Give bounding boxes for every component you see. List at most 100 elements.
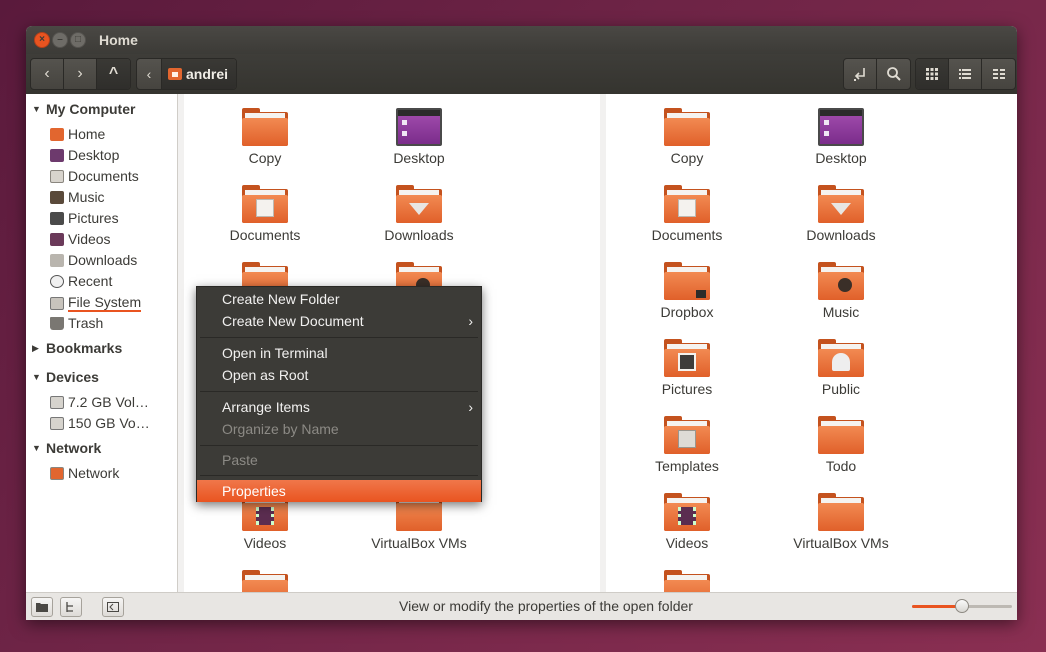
- section-my-computer[interactable]: ▼ My Computer: [32, 101, 135, 117]
- section-devices[interactable]: ▼ Devices: [32, 369, 99, 385]
- sidebar-item-volume-150gb[interactable]: 150 GB Vo…: [50, 415, 150, 431]
- menu-item-paste: Paste: [197, 449, 481, 471]
- menu-item-create-new-document[interactable]: Create New Document ›: [197, 310, 481, 332]
- file-item-label: VirtualBox VMs: [793, 535, 889, 551]
- file-manager-window: × – □ Home ‹ › ^ ‹ andrei ▼ My Computer …: [26, 26, 1017, 620]
- forward-button[interactable]: ›: [64, 59, 97, 89]
- path-item-andrei[interactable]: andrei: [162, 59, 237, 89]
- file-item-label: Videos: [665, 535, 709, 551]
- sidebar-item-desktop[interactable]: Desktop: [50, 147, 119, 163]
- sidebar-item-recent[interactable]: Recent: [50, 273, 112, 289]
- path-scroll-left-button[interactable]: ‹: [137, 59, 162, 89]
- file-item-copy[interactable]: Copy: [612, 108, 762, 166]
- grid-view-icon: [926, 68, 938, 80]
- right-file-pane[interactable]: Copy Desktop Documents Downloads Dropbox…: [606, 94, 1017, 608]
- menu-item-label: Arrange Items: [222, 399, 310, 415]
- menu-separator: [200, 391, 478, 392]
- file-item-templates[interactable]: Templates: [612, 416, 762, 474]
- submenu-arrow-icon: ›: [468, 313, 473, 329]
- grid-view-button[interactable]: [916, 59, 949, 89]
- documents-folder-icon: [664, 185, 710, 223]
- back-icon: ‹: [44, 65, 50, 82]
- file-item-todo[interactable]: Todo: [766, 416, 916, 474]
- sidebar-item-label: Home: [68, 126, 106, 142]
- sidebar-item-file-system[interactable]: File System: [50, 294, 142, 312]
- menu-item-open-as-root[interactable]: Open as Root: [197, 364, 481, 386]
- sidebar-item-home[interactable]: Home: [50, 126, 105, 142]
- file-item-label: Copy: [248, 150, 282, 166]
- section-label: My Computer: [46, 101, 136, 117]
- zoom-slider-handle[interactable]: [955, 599, 969, 613]
- file-item-downloads[interactable]: Downloads: [766, 185, 916, 243]
- location-button[interactable]: [844, 59, 877, 89]
- minimize-window-button[interactable]: –: [52, 32, 68, 48]
- menu-separator: [200, 445, 478, 446]
- file-item-pictures[interactable]: Pictures: [612, 339, 762, 397]
- back-button[interactable]: ‹: [31, 59, 64, 89]
- sidebar-item-pictures[interactable]: Pictures: [50, 210, 119, 226]
- title-bar[interactable]: × – □ Home: [26, 26, 1017, 54]
- dropbox-folder-icon: [664, 262, 710, 300]
- forward-icon: ›: [77, 65, 83, 82]
- show-tree-button[interactable]: [60, 597, 82, 617]
- section-label: Devices: [46, 369, 99, 385]
- file-item-desktop[interactable]: Desktop: [344, 108, 494, 166]
- menu-item-arrange-items[interactable]: Arrange Items ›: [197, 396, 481, 418]
- file-item-public[interactable]: Public: [766, 339, 916, 397]
- trash-icon: [50, 316, 64, 330]
- close-window-button[interactable]: ×: [34, 32, 50, 48]
- window-title: Home: [99, 32, 138, 48]
- file-item-documents[interactable]: Documents: [190, 185, 340, 243]
- file-item-dropbox[interactable]: Dropbox: [612, 262, 762, 320]
- sidebar-item-videos[interactable]: Videos: [50, 231, 111, 247]
- file-item-label: VirtualBox VMs: [371, 535, 467, 551]
- network-icon: [50, 466, 64, 480]
- sidebar-toggle-icon: [107, 602, 119, 612]
- up-button[interactable]: ^: [97, 59, 130, 89]
- search-button[interactable]: [877, 59, 910, 89]
- file-item-label: Desktop: [815, 150, 867, 166]
- zoom-slider[interactable]: [912, 599, 1012, 613]
- menu-item-create-new-folder[interactable]: Create New Folder: [197, 288, 481, 310]
- section-label: Bookmarks: [46, 340, 123, 356]
- file-item-music[interactable]: Music: [766, 262, 916, 320]
- desktop-icon: [50, 148, 64, 162]
- menu-item-properties[interactable]: Properties: [197, 480, 481, 502]
- compact-view-button[interactable]: [982, 59, 1015, 89]
- file-item-copy[interactable]: Copy: [190, 108, 340, 166]
- section-network[interactable]: ▼ Network: [32, 440, 101, 456]
- file-item-label: Downloads: [384, 227, 454, 243]
- expanded-triangle-icon: ▼: [32, 104, 41, 114]
- videos-folder-icon: [664, 493, 710, 531]
- menu-separator: [200, 337, 478, 338]
- sidebar-item-music[interactable]: Music: [50, 189, 105, 205]
- maximize-window-button[interactable]: □: [70, 32, 86, 48]
- sidebar-item-network[interactable]: Network: [50, 465, 119, 481]
- tree-icon: [66, 602, 73, 612]
- file-item-videos[interactable]: Videos: [612, 493, 762, 551]
- pictures-icon: [50, 211, 64, 225]
- sidebar-item-label: Desktop: [68, 147, 120, 163]
- file-item-documents[interactable]: Documents: [612, 185, 762, 243]
- folder-icon: [818, 416, 864, 454]
- home-folder-icon: [168, 68, 182, 80]
- section-bookmarks[interactable]: ▶ Bookmarks: [32, 340, 122, 356]
- list-view-button[interactable]: [949, 59, 982, 89]
- sidebar-item-label: Trash: [68, 315, 104, 331]
- file-item-desktop[interactable]: Desktop: [766, 108, 916, 166]
- show-places-button[interactable]: [31, 597, 53, 617]
- sidebar-item-trash[interactable]: Trash: [50, 315, 103, 331]
- pictures-folder-icon: [664, 339, 710, 377]
- menu-item-label: Paste: [222, 452, 258, 468]
- toggle-sidebar-button[interactable]: [102, 597, 124, 617]
- status-bar: View or modify the properties of the ope…: [26, 592, 1017, 620]
- file-item-virtualbox-vms[interactable]: VirtualBox VMs: [766, 493, 916, 551]
- documents-folder-icon: [242, 185, 288, 223]
- close-icon: ×: [39, 34, 45, 45]
- sidebar-item-volume-7gb[interactable]: 7.2 GB Vol…: [50, 394, 149, 410]
- menu-item-organize-by-name: Organize by Name: [197, 418, 481, 440]
- menu-item-open-in-terminal[interactable]: Open in Terminal: [197, 342, 481, 364]
- sidebar-item-downloads[interactable]: Downloads: [50, 252, 137, 268]
- sidebar-item-documents[interactable]: Documents: [50, 168, 139, 184]
- file-item-downloads[interactable]: Downloads: [344, 185, 494, 243]
